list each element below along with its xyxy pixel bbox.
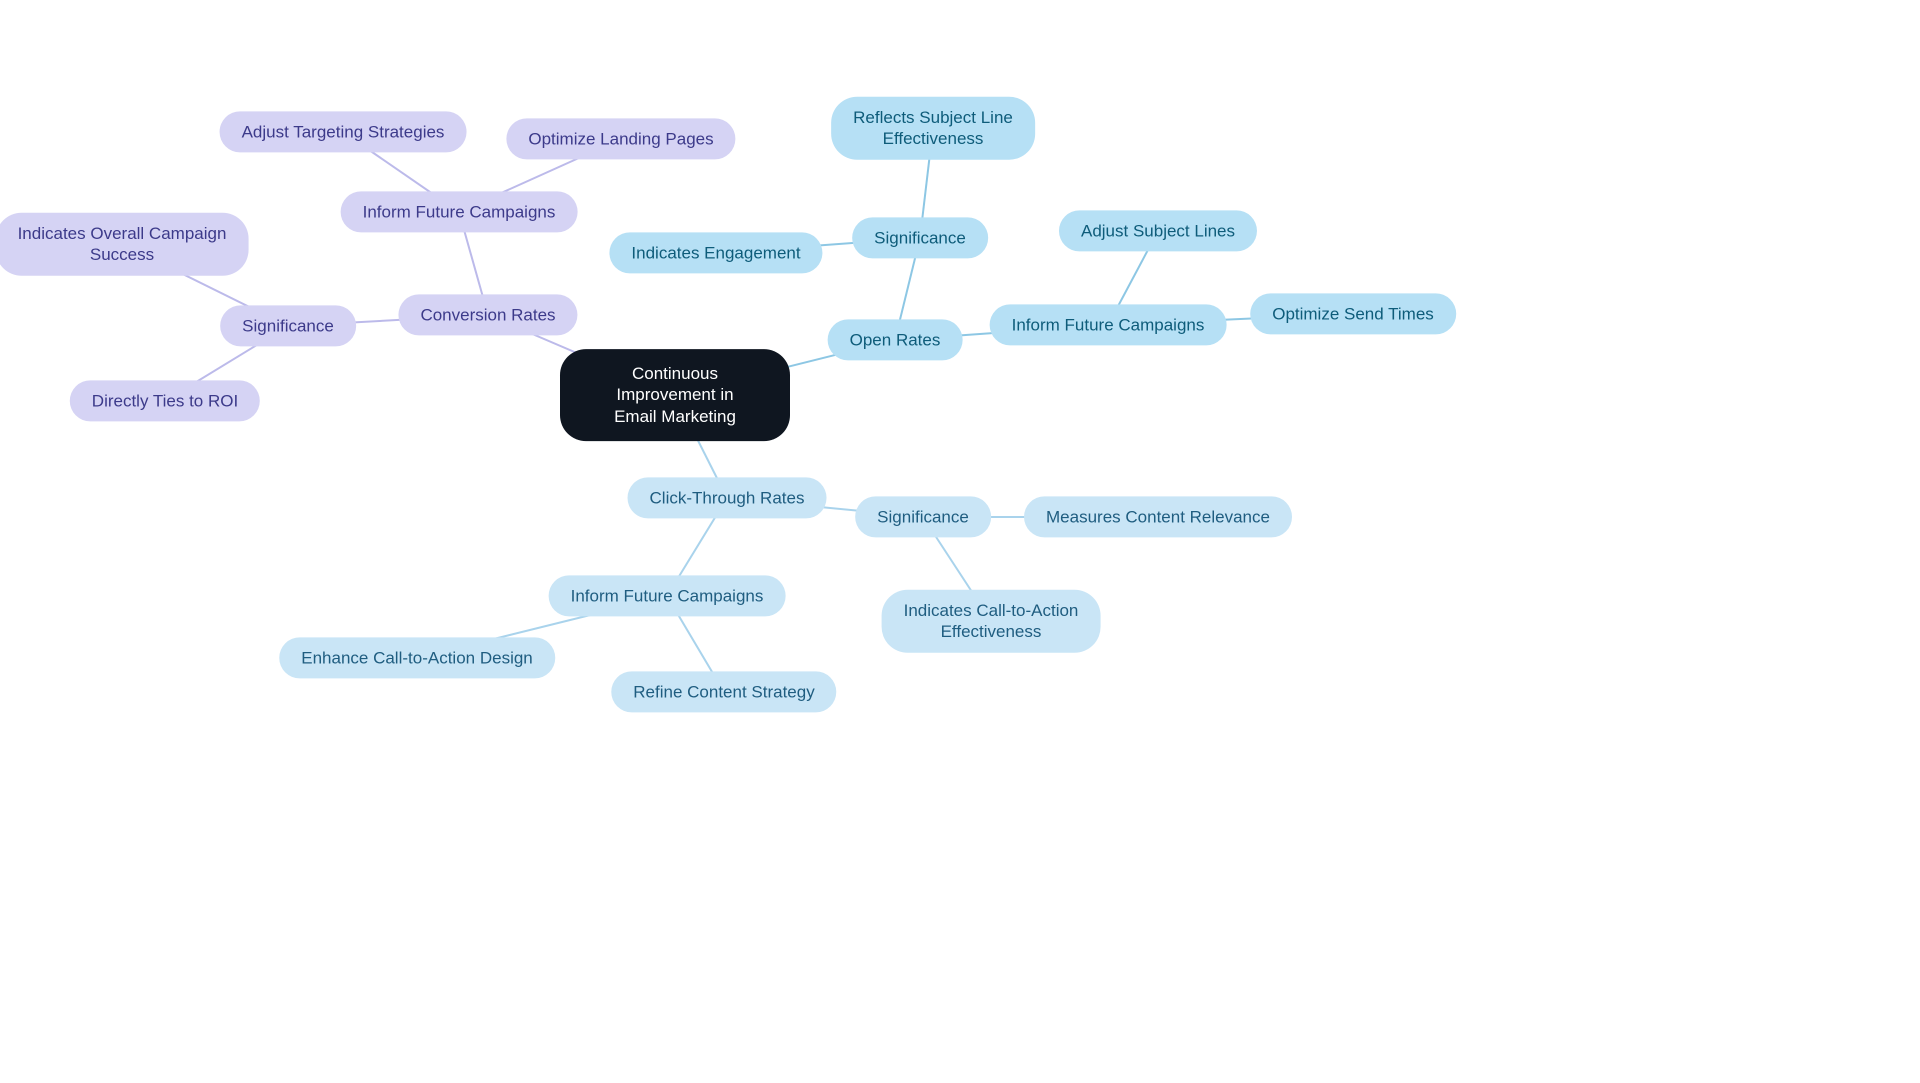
node-open-inform[interactable]: Inform Future Campaigns bbox=[990, 304, 1227, 345]
node-ctr-enhance-cta[interactable]: Enhance Call-to-Action Design bbox=[279, 637, 555, 678]
node-ctr-significance[interactable]: Significance bbox=[855, 496, 991, 537]
mindmap-canvas: Continuous Improvement in Email Marketin… bbox=[0, 0, 1920, 1083]
node-conv-inform[interactable]: Inform Future Campaigns bbox=[341, 191, 578, 232]
node-conv-adjust-targeting[interactable]: Adjust Targeting Strategies bbox=[220, 111, 467, 152]
node-conv-optimize-landing[interactable]: Optimize Landing Pages bbox=[506, 118, 735, 159]
node-open-adjust-subject[interactable]: Adjust Subject Lines bbox=[1059, 210, 1257, 251]
edge-layer bbox=[0, 0, 1920, 1083]
node-ctr-content-relevance[interactable]: Measures Content Relevance bbox=[1024, 496, 1292, 537]
node-open-optimize-send[interactable]: Optimize Send Times bbox=[1250, 293, 1456, 334]
node-open-rates[interactable]: Open Rates bbox=[828, 319, 963, 360]
node-ctr-inform[interactable]: Inform Future Campaigns bbox=[549, 575, 786, 616]
node-conv-significance[interactable]: Significance bbox=[220, 305, 356, 346]
node-conv-campaign-success[interactable]: Indicates Overall Campaign Success bbox=[0, 213, 248, 276]
node-open-significance[interactable]: Significance bbox=[852, 217, 988, 258]
node-ctr-cta-effectiveness[interactable]: Indicates Call-to-Action Effectiveness bbox=[882, 590, 1101, 653]
node-open-sig-subject[interactable]: Reflects Subject Line Effectiveness bbox=[831, 97, 1035, 160]
node-ctr-refine-content[interactable]: Refine Content Strategy bbox=[611, 671, 836, 712]
root-node[interactable]: Continuous Improvement in Email Marketin… bbox=[560, 349, 790, 441]
node-conversion-rates[interactable]: Conversion Rates bbox=[398, 294, 577, 335]
node-ctr[interactable]: Click-Through Rates bbox=[628, 477, 827, 518]
node-open-sig-engagement[interactable]: Indicates Engagement bbox=[609, 232, 822, 273]
node-conv-roi[interactable]: Directly Ties to ROI bbox=[70, 380, 260, 421]
